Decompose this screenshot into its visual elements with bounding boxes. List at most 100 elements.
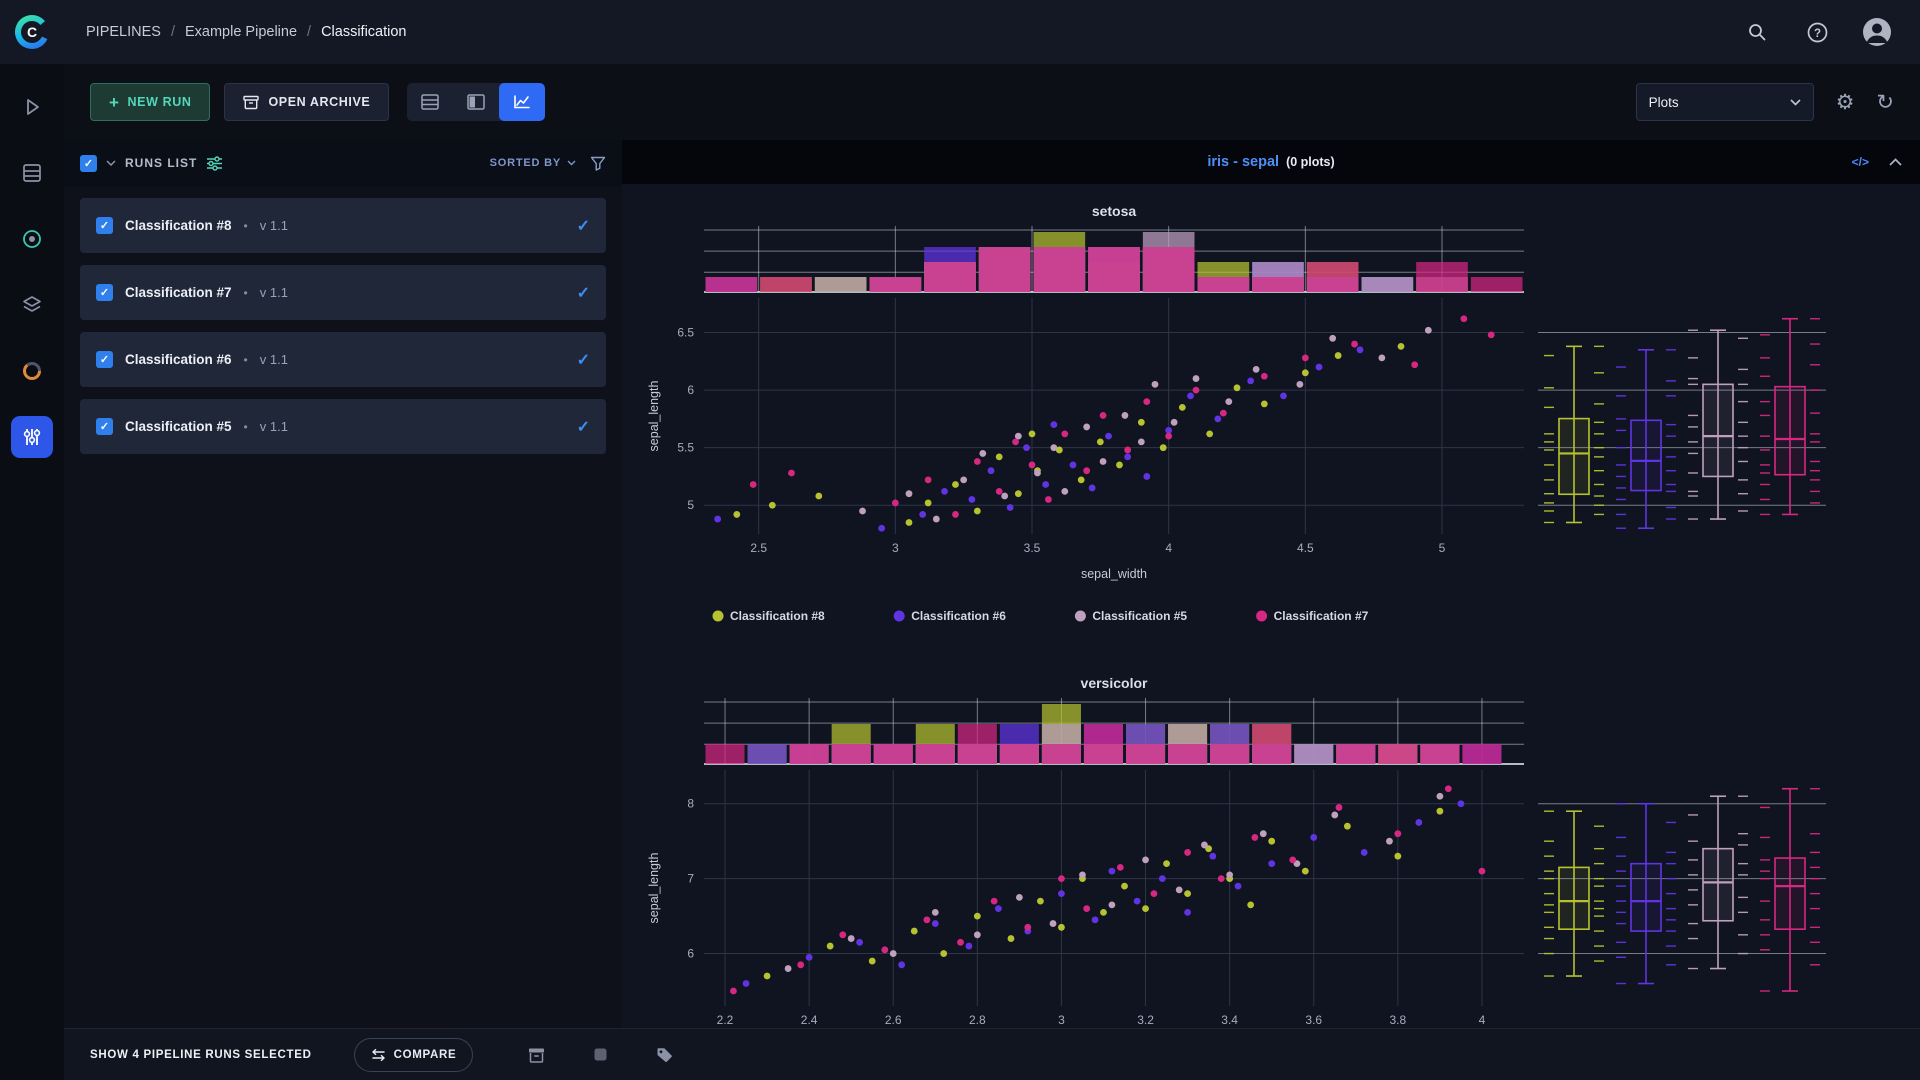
open-archive-label: OPEN ARCHIVE bbox=[268, 95, 370, 109]
select-all-caret-icon[interactable] bbox=[106, 160, 116, 166]
selection-footer: SHOW 4 PIPELINE RUNS SELECTED COMPARE bbox=[64, 1028, 1920, 1080]
view-plots-button[interactable] bbox=[499, 83, 545, 121]
svg-text:3.6: 3.6 bbox=[1305, 1013, 1322, 1027]
runs-list: ✓ Classification #8 • v 1.1 ✓ ✓ Classifi… bbox=[64, 186, 622, 466]
run-name[interactable]: Classification #6 bbox=[125, 352, 232, 367]
plot-setosa[interactable]: setosa2.533.544.5555.566.5sepal_widthsep… bbox=[622, 198, 1920, 644]
view-table-button[interactable] bbox=[407, 83, 453, 121]
run-name[interactable]: Classification #8 bbox=[125, 218, 232, 233]
runs-panel: ✓ RUNS LIST SORTED BY ✓ Classification #… bbox=[64, 140, 622, 1028]
archive-action-icon[interactable] bbox=[521, 1040, 551, 1070]
actions-toolbar: + NEW RUN OPEN ARCHIVE Plots ⚙ ↻ bbox=[64, 64, 1920, 140]
chevron-up-icon[interactable] bbox=[1889, 158, 1902, 166]
plots-area: iris - sepal (0 plots) </> setosa2.533.5… bbox=[622, 140, 1920, 1028]
pipelines-icon bbox=[21, 426, 43, 448]
run-checkbox[interactable]: ✓ bbox=[96, 284, 113, 301]
plot-card-setosa[interactable]: setosa2.533.544.5555.566.5sepal_widthsep… bbox=[622, 198, 1920, 644]
run-name[interactable]: Classification #5 bbox=[125, 419, 232, 434]
run-name[interactable]: Classification #7 bbox=[125, 285, 232, 300]
run-version: v 1.1 bbox=[260, 285, 288, 300]
clearml-logo[interactable]: C bbox=[0, 13, 64, 51]
auto-refresh-icon[interactable]: ↻ bbox=[1876, 92, 1894, 113]
compare-label: COMPARE bbox=[394, 1049, 457, 1061]
svg-text:5: 5 bbox=[1439, 541, 1446, 555]
plot-title: versicolor bbox=[1081, 675, 1148, 691]
bullet-icon: • bbox=[244, 420, 248, 434]
run-row[interactable]: ✓ Classification #7 • v 1.1 ✓ bbox=[80, 265, 606, 320]
svg-text:Classification #7: Classification #7 bbox=[1274, 609, 1369, 623]
plot-versicolor[interactable]: versicolor2.22.42.62.833.23.43.63.84678s… bbox=[622, 670, 1920, 1028]
run-version: v 1.1 bbox=[260, 352, 288, 367]
selected-runs-label[interactable]: SHOW 4 PIPELINE RUNS SELECTED bbox=[90, 1049, 312, 1061]
plot-title: setosa bbox=[1092, 203, 1137, 219]
launch-icon bbox=[21, 96, 43, 118]
help-icon[interactable]: ? bbox=[1800, 15, 1834, 49]
metric-type-value: Plots bbox=[1649, 95, 1679, 110]
run-row[interactable]: ✓ Classification #5 • v 1.1 ✓ bbox=[80, 399, 606, 454]
profile-avatar[interactable] bbox=[1860, 15, 1894, 49]
view-split-button[interactable] bbox=[453, 83, 499, 121]
filter-funnel-icon[interactable] bbox=[590, 156, 606, 171]
bullet-icon: • bbox=[244, 219, 248, 233]
run-selected-check-icon: ✓ bbox=[577, 350, 590, 370]
legend-item[interactable]: Classification #6 bbox=[894, 609, 1007, 623]
legend-item[interactable]: Classification #8 bbox=[713, 609, 826, 623]
svg-text:6.5: 6.5 bbox=[677, 326, 694, 340]
sorted-by-dropdown[interactable]: SORTED BY bbox=[490, 157, 576, 169]
run-checkbox[interactable]: ✓ bbox=[96, 418, 113, 435]
sorted-by-label: SORTED BY bbox=[490, 157, 561, 169]
new-run-button[interactable]: + NEW RUN bbox=[90, 83, 210, 121]
plot-card-versicolor[interactable]: versicolor2.22.42.62.833.23.43.63.84678s… bbox=[622, 670, 1920, 1028]
embed-code-icon[interactable]: </> bbox=[1852, 155, 1869, 169]
abort-action-icon[interactable] bbox=[585, 1040, 615, 1070]
y-axis-label: sepal_length bbox=[647, 853, 661, 924]
sidebar-item-models[interactable] bbox=[11, 284, 53, 326]
svg-text:3.4: 3.4 bbox=[1221, 1013, 1238, 1027]
tune-filters-icon[interactable] bbox=[206, 156, 223, 171]
sidebar-item-datasets[interactable] bbox=[11, 218, 53, 260]
breadcrumb-pipelines[interactable]: PIPELINES bbox=[86, 24, 161, 40]
new-run-label: NEW RUN bbox=[128, 95, 192, 109]
sidebar-item-projects[interactable] bbox=[11, 152, 53, 194]
breadcrumb-current: Classification bbox=[321, 24, 406, 40]
sidebar-item-workers[interactable] bbox=[11, 350, 53, 392]
search-icon[interactable] bbox=[1740, 15, 1774, 49]
sidebar-item-pipelines[interactable] bbox=[11, 416, 53, 458]
legend-item[interactable]: Classification #7 bbox=[1256, 609, 1369, 623]
svg-text:4.5: 4.5 bbox=[1297, 541, 1314, 555]
metric-type-dropdown[interactable]: Plots bbox=[1636, 83, 1814, 121]
svg-text:2.5: 2.5 bbox=[750, 541, 767, 555]
bullet-icon: • bbox=[244, 353, 248, 367]
run-checkbox[interactable]: ✓ bbox=[96, 351, 113, 368]
plots-scroll-region[interactable]: setosa2.533.544.5555.566.5sepal_widthsep… bbox=[622, 184, 1920, 1028]
view-mode-toggle bbox=[407, 83, 545, 121]
plus-icon: + bbox=[109, 94, 120, 111]
compare-icon bbox=[371, 1049, 386, 1061]
settings-gear-icon[interactable]: ⚙ bbox=[1836, 92, 1855, 113]
select-all-checkbox[interactable]: ✓ bbox=[80, 155, 97, 172]
run-row[interactable]: ✓ Classification #8 • v 1.1 ✓ bbox=[80, 198, 606, 253]
toolbar-right: Plots ⚙ ↻ bbox=[1636, 83, 1894, 121]
svg-text:C: C bbox=[27, 24, 37, 40]
svg-text:3.8: 3.8 bbox=[1390, 1013, 1407, 1027]
chevron-down-icon bbox=[1790, 99, 1801, 106]
open-archive-button[interactable]: OPEN ARCHIVE bbox=[224, 83, 389, 121]
svg-text:6: 6 bbox=[687, 383, 694, 397]
svg-text:Classification #6: Classification #6 bbox=[911, 609, 1006, 623]
run-selected-check-icon: ✓ bbox=[577, 216, 590, 236]
chevron-down-icon bbox=[567, 160, 576, 166]
run-row[interactable]: ✓ Classification #6 • v 1.1 ✓ bbox=[80, 332, 606, 387]
svg-text:Classification #5: Classification #5 bbox=[1092, 609, 1187, 623]
breadcrumb-project[interactable]: Example Pipeline bbox=[185, 24, 297, 40]
plot-group-title: iris - sepal bbox=[1207, 154, 1279, 170]
sidebar-item-dashboard[interactable] bbox=[11, 86, 53, 128]
tag-action-icon[interactable] bbox=[649, 1040, 679, 1070]
donut-icon bbox=[21, 360, 43, 382]
compare-button[interactable]: COMPARE bbox=[354, 1038, 474, 1072]
legend-item[interactable]: Classification #5 bbox=[1075, 609, 1188, 623]
run-selected-check-icon: ✓ bbox=[577, 283, 590, 303]
svg-text:?: ? bbox=[1813, 28, 1820, 40]
svg-text:2.8: 2.8 bbox=[969, 1013, 986, 1027]
run-checkbox[interactable]: ✓ bbox=[96, 217, 113, 234]
breadcrumb-separator: / bbox=[171, 24, 175, 40]
